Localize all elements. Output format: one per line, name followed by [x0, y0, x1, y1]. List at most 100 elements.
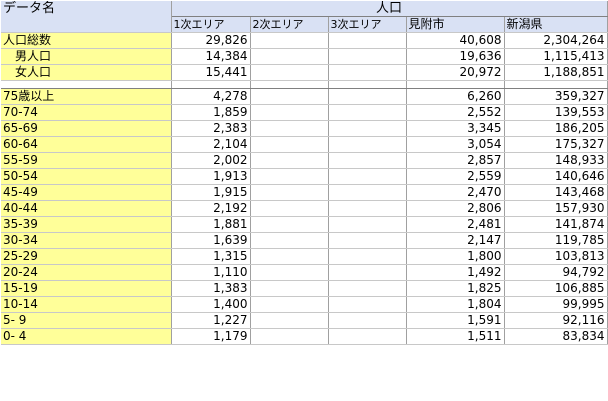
- row-label-cell[interactable]: 10-14: [1, 296, 172, 313]
- value-cell[interactable]: 15,441: [171, 64, 251, 81]
- header-data-name[interactable]: データ名: [1, 1, 172, 33]
- value-cell[interactable]: 141,874: [504, 216, 608, 233]
- value-cell[interactable]: [250, 64, 329, 81]
- value-cell[interactable]: 119,785: [504, 232, 608, 249]
- value-cell[interactable]: 139,553: [504, 104, 608, 121]
- value-cell[interactable]: 1,591: [406, 312, 505, 329]
- value-cell[interactable]: [250, 264, 329, 281]
- value-cell[interactable]: [250, 184, 329, 201]
- value-cell[interactable]: 1,800: [406, 248, 505, 265]
- value-cell[interactable]: [328, 152, 407, 169]
- value-cell[interactable]: 40,608: [406, 32, 505, 49]
- value-cell[interactable]: 1,511: [406, 328, 505, 345]
- value-cell[interactable]: [250, 200, 329, 217]
- value-cell[interactable]: 2,481: [406, 216, 505, 233]
- value-cell[interactable]: 1,383: [171, 280, 251, 297]
- value-cell[interactable]: [328, 328, 407, 345]
- row-label-cell[interactable]: 60-64: [1, 136, 172, 153]
- row-label-cell[interactable]: 男人口: [1, 48, 172, 65]
- value-cell[interactable]: 1,188,851: [504, 64, 608, 81]
- value-cell[interactable]: [250, 312, 329, 329]
- value-cell[interactable]: 2,192: [171, 200, 251, 217]
- value-cell[interactable]: [250, 248, 329, 265]
- value-cell[interactable]: 83,834: [504, 328, 608, 345]
- value-cell[interactable]: [328, 232, 407, 249]
- value-cell[interactable]: [250, 32, 329, 49]
- header-population-group[interactable]: 人口: [171, 1, 608, 17]
- value-cell[interactable]: 106,885: [504, 280, 608, 297]
- value-cell[interactable]: [250, 152, 329, 169]
- header-col-secondary-area[interactable]: 2次エリア: [250, 16, 329, 33]
- value-cell[interactable]: [328, 120, 407, 137]
- value-cell[interactable]: [250, 280, 329, 297]
- value-cell[interactable]: 2,147: [406, 232, 505, 249]
- value-cell[interactable]: 94,792: [504, 264, 608, 281]
- value-cell[interactable]: [328, 280, 407, 297]
- value-cell[interactable]: 2,857: [406, 152, 505, 169]
- value-cell[interactable]: 1,115,413: [504, 48, 608, 65]
- value-cell[interactable]: [250, 120, 329, 137]
- value-cell[interactable]: 1,804: [406, 296, 505, 313]
- value-cell[interactable]: [328, 168, 407, 185]
- value-cell[interactable]: [250, 48, 329, 65]
- value-cell[interactable]: 140,646: [504, 168, 608, 185]
- value-cell[interactable]: 92,116: [504, 312, 608, 329]
- value-cell[interactable]: 2,806: [406, 200, 505, 217]
- value-cell[interactable]: 2,552: [406, 104, 505, 121]
- row-label-cell[interactable]: 20-24: [1, 264, 172, 281]
- value-cell[interactable]: 2,002: [171, 152, 251, 169]
- value-cell[interactable]: [328, 104, 407, 121]
- value-cell[interactable]: [328, 48, 407, 65]
- value-cell[interactable]: [250, 216, 329, 233]
- value-cell[interactable]: [250, 88, 329, 105]
- row-label-cell[interactable]: 35-39: [1, 216, 172, 233]
- value-cell[interactable]: [328, 136, 407, 153]
- value-cell[interactable]: [250, 328, 329, 345]
- row-label-cell[interactable]: 女人口: [1, 64, 172, 81]
- value-cell[interactable]: 1,227: [171, 312, 251, 329]
- value-cell[interactable]: 2,470: [406, 184, 505, 201]
- value-cell[interactable]: 1,913: [171, 168, 251, 185]
- value-cell[interactable]: [250, 104, 329, 121]
- value-cell[interactable]: 29,826: [171, 32, 251, 49]
- value-cell[interactable]: 103,813: [504, 248, 608, 265]
- value-cell[interactable]: 1,179: [171, 328, 251, 345]
- value-cell[interactable]: 2,559: [406, 168, 505, 185]
- value-cell[interactable]: 143,468: [504, 184, 608, 201]
- value-cell[interactable]: [328, 64, 407, 81]
- value-cell[interactable]: 14,384: [171, 48, 251, 65]
- value-cell[interactable]: 4,278: [171, 88, 251, 105]
- row-label-cell[interactable]: 15-19: [1, 280, 172, 297]
- value-cell[interactable]: [328, 88, 407, 105]
- header-col-tertiary-area[interactable]: 3次エリア: [328, 16, 407, 33]
- value-cell[interactable]: 1,400: [171, 296, 251, 313]
- value-cell[interactable]: [250, 232, 329, 249]
- value-cell[interactable]: 2,304,264: [504, 32, 608, 49]
- value-cell[interactable]: 20,972: [406, 64, 505, 81]
- value-cell[interactable]: 175,327: [504, 136, 608, 153]
- value-cell[interactable]: 1,110: [171, 264, 251, 281]
- value-cell[interactable]: [250, 168, 329, 185]
- row-label-cell[interactable]: 人口総数: [1, 32, 172, 49]
- value-cell[interactable]: 3,054: [406, 136, 505, 153]
- row-label-cell[interactable]: 25-29: [1, 248, 172, 265]
- value-cell[interactable]: 1,825: [406, 280, 505, 297]
- value-cell[interactable]: 186,205: [504, 120, 608, 137]
- value-cell[interactable]: [328, 248, 407, 265]
- value-cell[interactable]: [250, 136, 329, 153]
- value-cell[interactable]: [328, 32, 407, 49]
- value-cell[interactable]: 1,315: [171, 248, 251, 265]
- value-cell[interactable]: 99,995: [504, 296, 608, 313]
- value-cell[interactable]: 3,345: [406, 120, 505, 137]
- value-cell[interactable]: 2,104: [171, 136, 251, 153]
- value-cell[interactable]: 1,881: [171, 216, 251, 233]
- value-cell[interactable]: 6,260: [406, 88, 505, 105]
- row-label-cell[interactable]: 65-69: [1, 120, 172, 137]
- row-label-cell[interactable]: 50-54: [1, 168, 172, 185]
- value-cell[interactable]: 2,383: [171, 120, 251, 137]
- row-label-cell[interactable]: 0- 4: [1, 328, 172, 345]
- value-cell[interactable]: 157,930: [504, 200, 608, 217]
- value-cell[interactable]: [328, 264, 407, 281]
- value-cell[interactable]: 1,639: [171, 232, 251, 249]
- row-label-cell[interactable]: 40-44: [1, 200, 172, 217]
